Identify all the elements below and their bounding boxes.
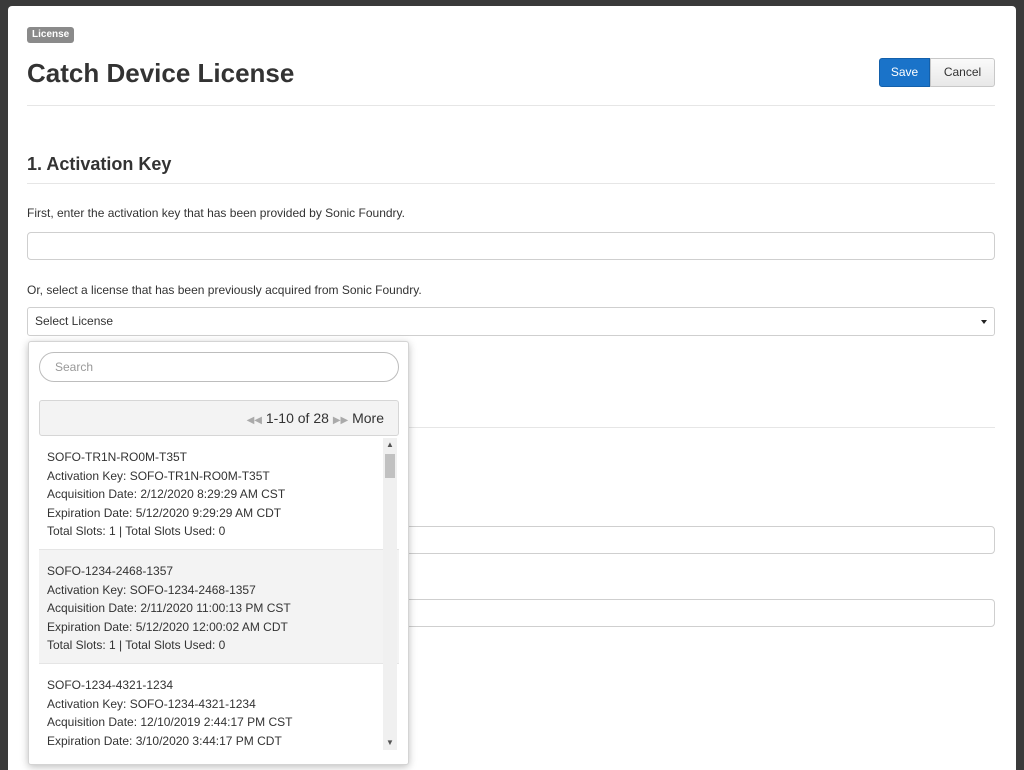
pager-label: 1-10 of 28 [265, 410, 329, 426]
license-activation-key: Activation Key: SOFO-1234-2468-1357 [47, 582, 256, 597]
license-list: SOFO-TR1N-RO0M-T35T Activation Key: SOFO… [39, 436, 399, 764]
chevron-down-icon [981, 320, 987, 324]
pager: ◀◀ 1-10 of 28 ▶▶ More [39, 400, 399, 436]
license-expiration-date: Expiration Date: 5/12/2020 12:00:02 AM C… [47, 619, 288, 634]
obscured-input-1[interactable] [388, 526, 995, 554]
scroll-down-icon[interactable]: ▼ [383, 736, 397, 750]
license-dropdown-panel: Search ◀◀ 1-10 of 28 ▶▶ More SOFO-TR1N-R… [28, 341, 409, 765]
select-license-dropdown[interactable]: Select License [27, 307, 995, 336]
search-input[interactable]: Search [39, 352, 399, 382]
list-scrollbar[interactable]: ▲ ▼ [383, 438, 397, 750]
page-title: Catch Device License [27, 58, 295, 88]
license-activation-key: Activation Key: SOFO-TR1N-RO0M-T35T [47, 468, 270, 483]
license-slots: Total Slots: 1 | Total Slots Used: 0 [47, 524, 226, 538]
select-license-value: Select License [35, 314, 114, 328]
license-name: SOFO-1234-4321-1234 [47, 678, 174, 692]
cancel-button[interactable]: Cancel [930, 58, 995, 87]
license-badge: License [27, 27, 75, 43]
list-item[interactable]: SOFO-TR1N-RO0M-T35T Activation Key: SOFO… [39, 436, 399, 550]
license-activation-key: Activation Key: SOFO-1234-4321-1234 [47, 696, 256, 711]
activation-key-help: First, enter the activation key that has… [27, 206, 405, 220]
list-item[interactable]: SOFO-1234-4321-1234 Activation Key: SOFO… [39, 664, 399, 764]
section-title: 1. Activation Key [27, 154, 172, 174]
list-item[interactable]: SOFO-1234-2468-1357 Activation Key: SOFO… [39, 550, 399, 664]
save-button[interactable]: Save [879, 58, 930, 87]
select-license-help: Or, select a license that has been previ… [27, 283, 422, 297]
obscured-input-2[interactable] [388, 599, 995, 627]
activation-key-input[interactable] [27, 232, 995, 260]
license-expiration-date: Expiration Date: 3/10/2020 3:44:17 PM CD… [47, 733, 282, 748]
license-name: SOFO-TR1N-RO0M-T35T [47, 450, 188, 464]
license-name: SOFO-1234-2468-1357 [47, 564, 174, 578]
next-page-icon[interactable]: ▶▶ [333, 415, 348, 426]
license-acquisition-date: Acquisition Date: 12/10/2019 2:44:17 PM … [47, 715, 293, 729]
scroll-thumb[interactable] [385, 454, 395, 478]
license-modal: License Catch Device License Save Cancel… [8, 6, 1016, 770]
license-acquisition-date: Acquisition Date: 2/12/2020 8:29:29 AM C… [47, 487, 286, 501]
license-slots: Total Slots: 1 | Total Slots Used: 0 [47, 638, 226, 652]
license-expiration-date: Expiration Date: 5/12/2020 9:29:29 AM CD… [47, 505, 282, 520]
license-acquisition-date: Acquisition Date: 2/11/2020 11:00:13 PM … [47, 601, 291, 615]
more-link[interactable]: More [352, 410, 384, 426]
previous-page-icon[interactable]: ◀◀ [247, 415, 262, 426]
header-divider [27, 105, 995, 106]
section-divider [27, 183, 995, 184]
obscured-divider [408, 427, 995, 428]
scroll-up-icon[interactable]: ▲ [383, 438, 397, 452]
